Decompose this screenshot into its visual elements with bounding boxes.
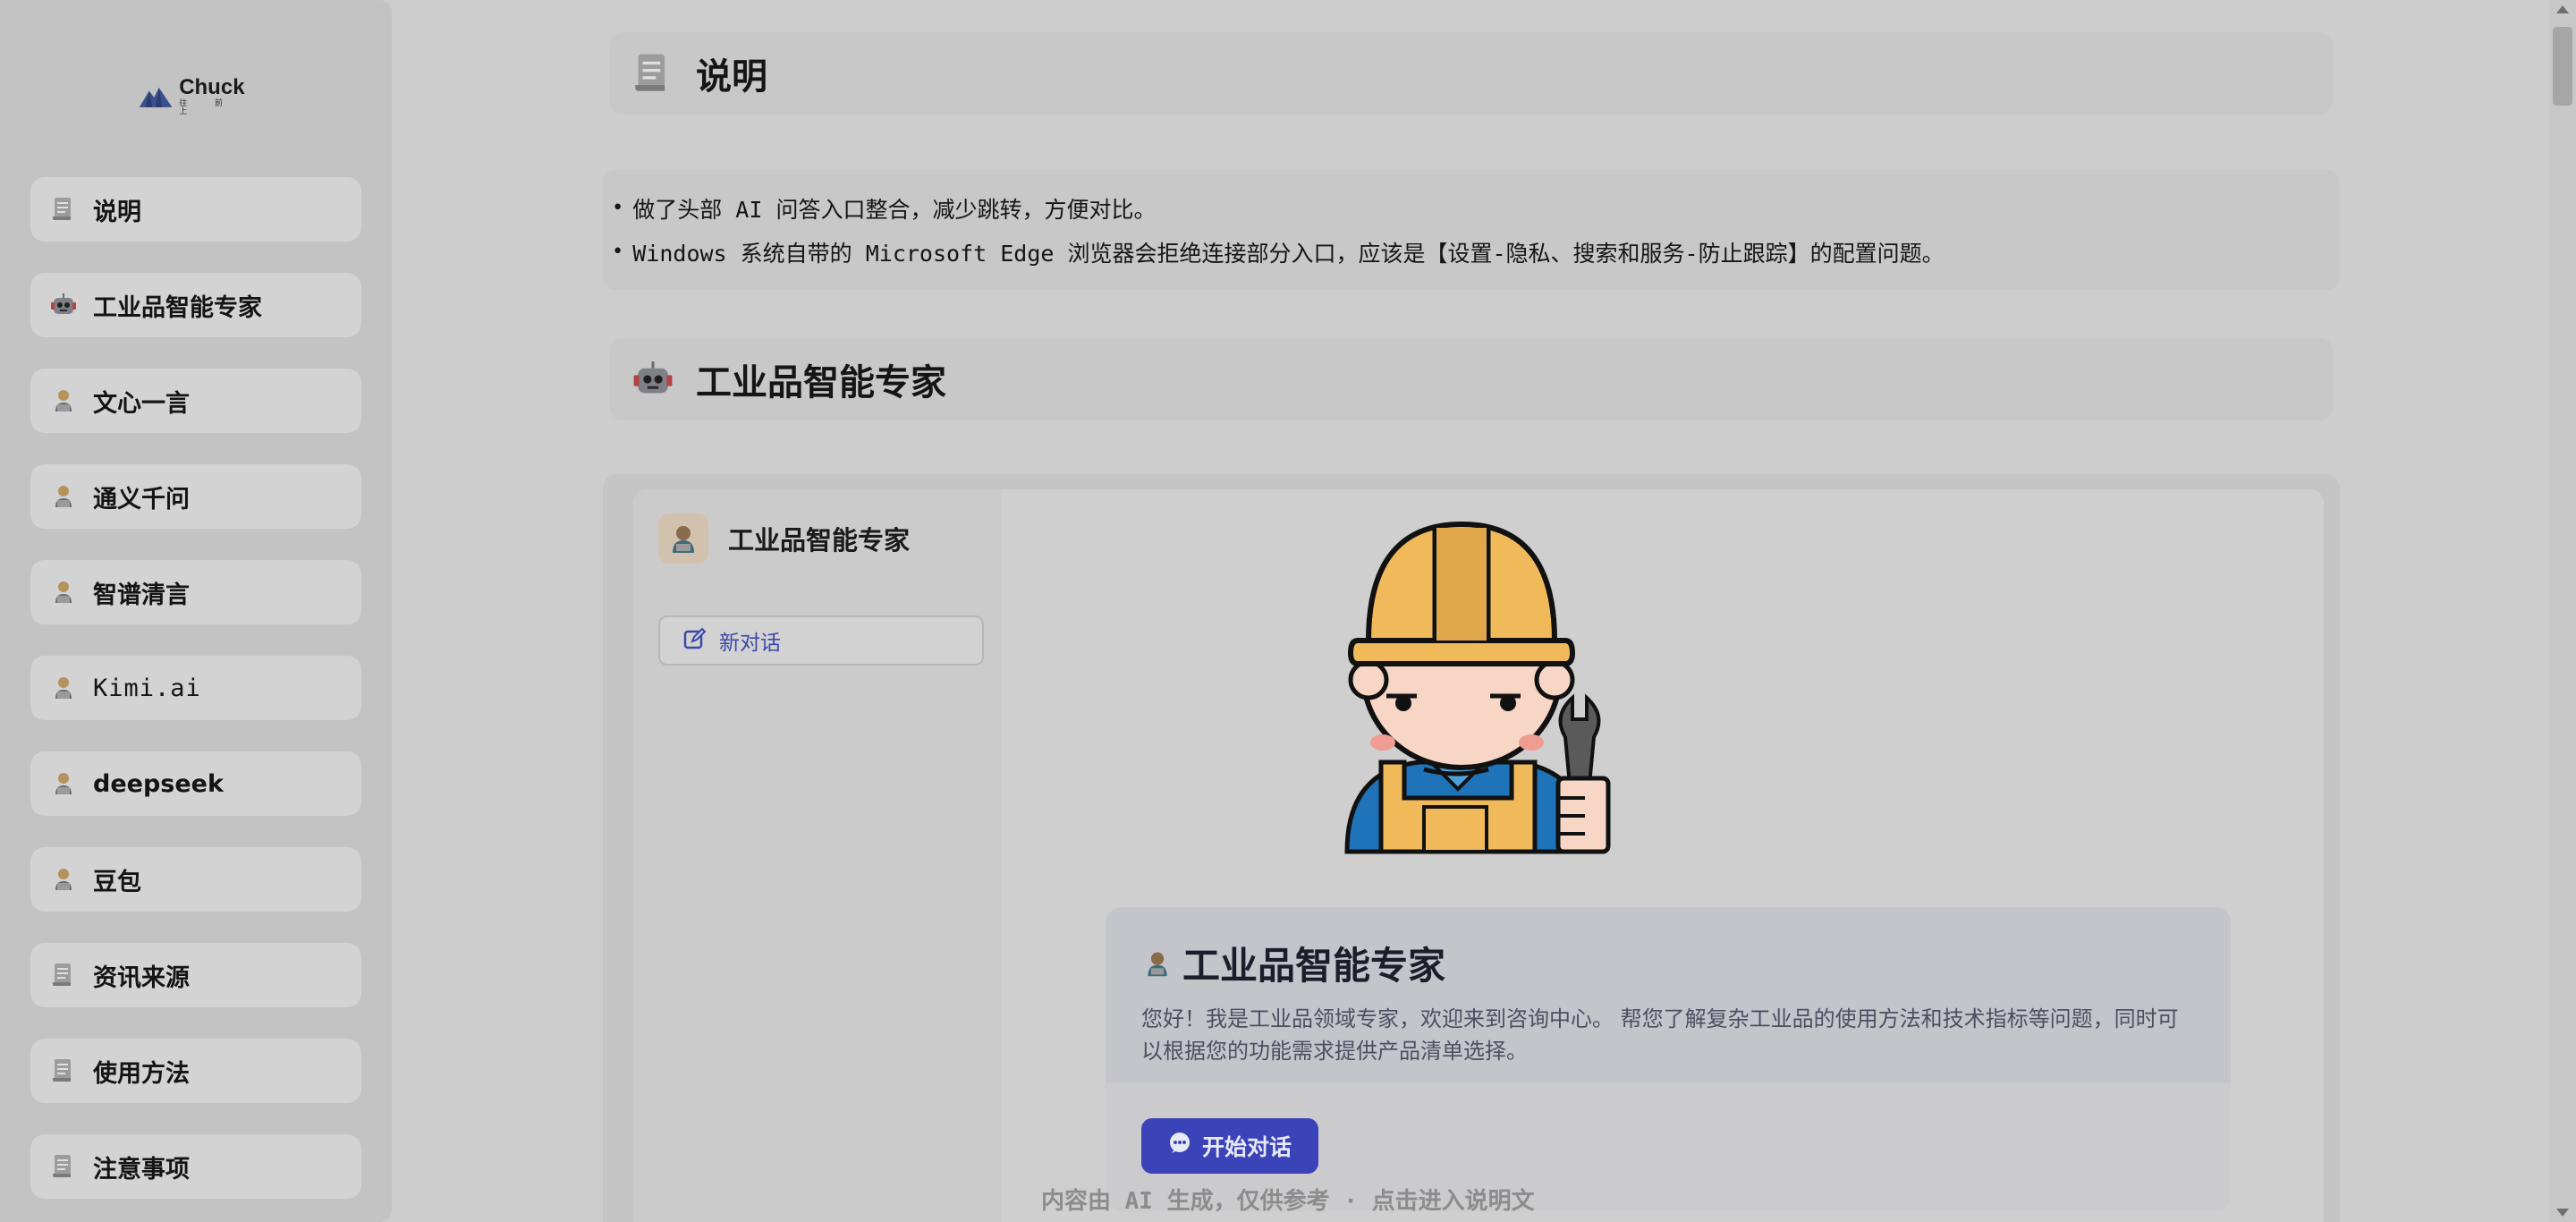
robot-icon [50,292,77,318]
scroll-thumb[interactable] [2553,27,2572,106]
sidebar-item-label: 豆包 [93,868,141,896]
page-scrollbar[interactable] [2549,0,2576,1222]
sidebar-item-label: deepseek [93,769,224,798]
welcome-heading: 工业品智能专家 [1141,936,2195,990]
sidebar-item-label: 工业品智能专家 [93,293,262,322]
assistant-name: 工业品智能专家 [728,525,911,556]
sidebar-item-industrial-expert[interactable]: 工业品智能专家 [30,273,361,337]
list-item: Windows 系统自带的 Microsoft Edge 浏览器会拒绝连接部分入… [612,230,2340,274]
assistant-header: 工业品智能专家 [658,513,910,564]
scroll-down-icon[interactable] [2556,1209,2569,1217]
mountain-logo-icon [139,87,173,107]
sidebar-item-notes[interactable]: 注意事项 [30,1134,361,1199]
brand-name: Chuck [179,75,245,99]
sidebar-item-label: 智谱清言 [93,581,190,609]
start-chat-button[interactable]: 开始对话 [1141,1118,1318,1174]
edit-icon [683,627,707,654]
welcome-card: 工业品智能专家 您好！我是工业品领域专家，欢迎来到咨询中心。 帮您了解复杂工业品… [1106,907,2231,1211]
sidebar-nav: 说明 工业品智能专家 文心一言 通义千问 智谱清言 Kimi.ai deepse… [30,177,361,1222]
person-laptop-icon [50,770,77,797]
sidebar-item-tongyi[interactable]: 通义千问 [30,464,361,529]
avatar [658,513,708,564]
brand-logo[interactable]: Chuck 往 前 上 [138,77,263,116]
new-chat-label: 新对话 [719,632,781,655]
sidebar: Chuck 往 前 上 说明 工业品智能专家 文心一言 通义千问 智谱清言 Ki… [0,0,392,1222]
person-laptop-icon [50,387,77,414]
document-icon [50,1057,77,1084]
sidebar-item-wenxin[interactable]: 文心一言 [30,369,361,433]
sidebar-item-kimi[interactable]: Kimi.ai [30,656,361,720]
sidebar-item-label: Kimi.ai [93,674,201,702]
worker-illustration [1344,521,1611,854]
sidebar-item-usage[interactable]: 使用方法 [30,1039,361,1103]
start-chat-label: 开始对话 [1201,1134,1292,1160]
person-laptop-icon [50,579,77,606]
sidebar-item-instructions[interactable]: 说明 [30,177,361,242]
document-icon [50,1153,77,1180]
section-title: 说明 [696,56,767,98]
chat-sidebar [633,489,1002,1222]
sidebar-item-label: 注意事项 [93,1155,190,1184]
ai-disclaimer-link[interactable]: 内容由 AI 生成，仅供参考 · 点击进入说明文 [1041,1183,1535,1218]
brand-tagline: 往 前 上 [179,99,236,116]
section-header-industrial-expert: 工业品智能专家 [610,338,2333,420]
chat-bubble-icon [1168,1132,1191,1160]
sidebar-item-sources[interactable]: 资讯来源 [30,943,361,1007]
person-laptop-icon [50,675,77,701]
person-laptop-icon [50,483,77,510]
sidebar-item-label: 资讯来源 [93,963,190,992]
sidebar-item-label: 文心一言 [93,389,190,418]
welcome-description: 您好！我是工业品领域专家，欢迎来到咨询中心。 帮您了解复杂工业品的使用方法和技术… [1141,1006,2179,1064]
document-icon [50,196,77,223]
sidebar-item-zhipu[interactable]: 智谱清言 [30,560,361,624]
section-header-instructions: 说明 [610,32,2333,115]
person-laptop-icon [1141,947,1174,980]
list-item: 做了头部 AI 问答入口整合，减少跳转，方便对比。 [612,186,2340,230]
scroll-up-icon[interactable] [2556,5,2569,13]
notes-list: 做了头部 AI 问答入口整合，减少跳转，方便对比。 Windows 系统自带的 … [603,170,2340,290]
sidebar-item-doubao[interactable]: 豆包 [30,847,361,912]
sidebar-item-deepseek[interactable]: deepseek [30,751,361,816]
sidebar-item-label: 使用方法 [93,1059,190,1088]
sidebar-item-label: 说明 [93,198,141,226]
section-title: 工业品智能专家 [696,362,946,403]
sidebar-item-label: 通义千问 [93,485,190,513]
robot-icon [631,358,674,401]
person-laptop-icon [50,866,77,893]
document-icon [50,962,77,989]
welcome-title: 工业品智能专家 [1182,944,1446,988]
new-chat-button[interactable]: 新对话 [658,615,984,666]
document-icon [631,52,674,95]
